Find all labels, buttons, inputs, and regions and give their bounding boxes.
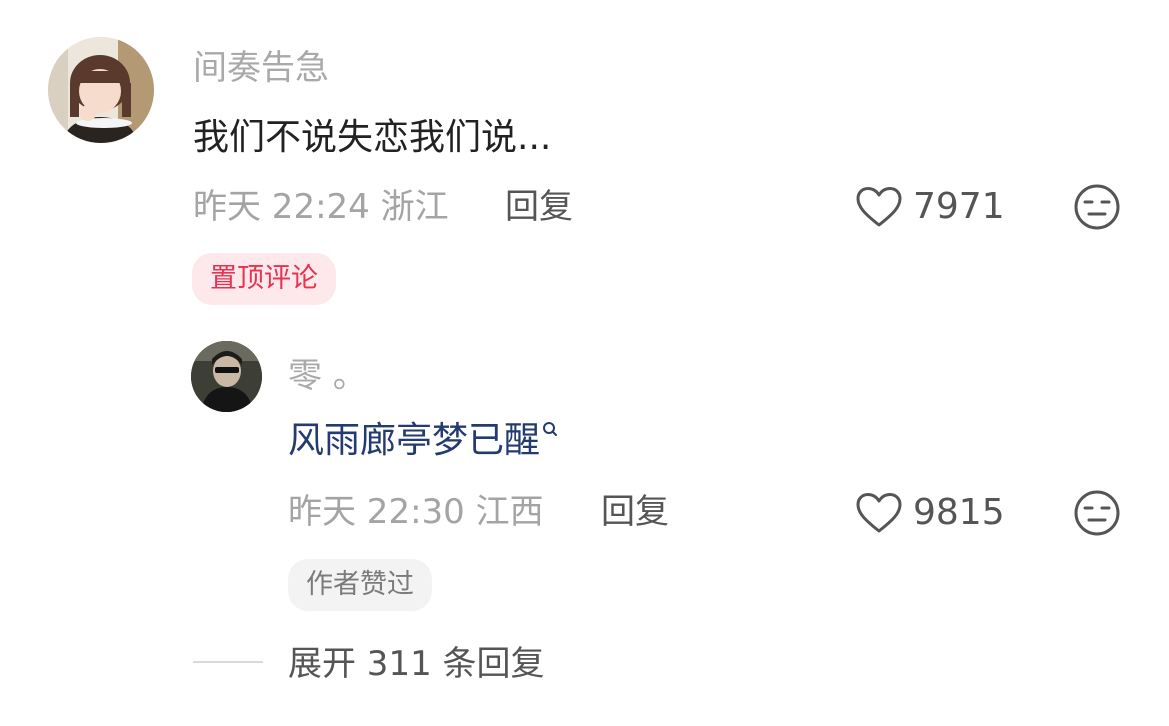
reply-time: 昨天 22:30 — [288, 492, 465, 532]
commenter-username[interactable]: 间奏告急 — [193, 48, 329, 88]
search-icon[interactable] — [542, 421, 558, 439]
like-button[interactable]: 7971 — [855, 186, 1005, 228]
heart-outline-icon — [856, 493, 902, 533]
reply-like-button[interactable]: 9815 — [855, 492, 1005, 534]
expand-divider — [193, 661, 263, 663]
reply-location: 江西 — [475, 492, 544, 532]
pinned-badge: 置顶评论 — [192, 253, 336, 305]
neutral-face-icon — [1074, 184, 1120, 230]
reply-button[interactable]: 回复 — [505, 187, 573, 227]
replier-username[interactable]: 零 。 — [288, 356, 367, 396]
reply-text[interactable]: 风雨廊亭梦已醒 — [288, 419, 558, 463]
heart-outline-icon — [856, 187, 902, 227]
replier-avatar[interactable] — [191, 341, 262, 412]
reply-like-count: 9815 — [913, 492, 1005, 533]
reply-dislike-button[interactable] — [1073, 489, 1121, 541]
author-liked-badge: 作者赞过 — [288, 559, 432, 611]
expand-replies-button[interactable]: 展开 311 条回复 — [288, 644, 545, 684]
comment-location: 浙江 — [380, 187, 449, 227]
reply-link-text[interactable]: 风雨廊亭梦已醒 — [288, 420, 540, 461]
comment-time: 昨天 22:24 — [193, 187, 370, 227]
comment-text[interactable]: 我们不说失恋我们说... — [193, 116, 551, 160]
avatar-image — [191, 341, 262, 412]
avatar-image — [48, 37, 154, 143]
comment-section: 间奏告急 我们不说失恋我们说... 昨天 22:24 浙江 回复 7971 置顶… — [0, 0, 1169, 726]
commenter-avatar[interactable] — [48, 37, 154, 143]
dislike-button[interactable] — [1073, 183, 1121, 235]
reply-meta: 昨天 22:30 江西 — [288, 492, 544, 532]
comment-meta: 昨天 22:24 浙江 — [193, 187, 449, 227]
neutral-face-icon — [1074, 490, 1120, 536]
reply-to-reply-button[interactable]: 回复 — [601, 492, 669, 532]
like-count: 7971 — [913, 186, 1005, 227]
